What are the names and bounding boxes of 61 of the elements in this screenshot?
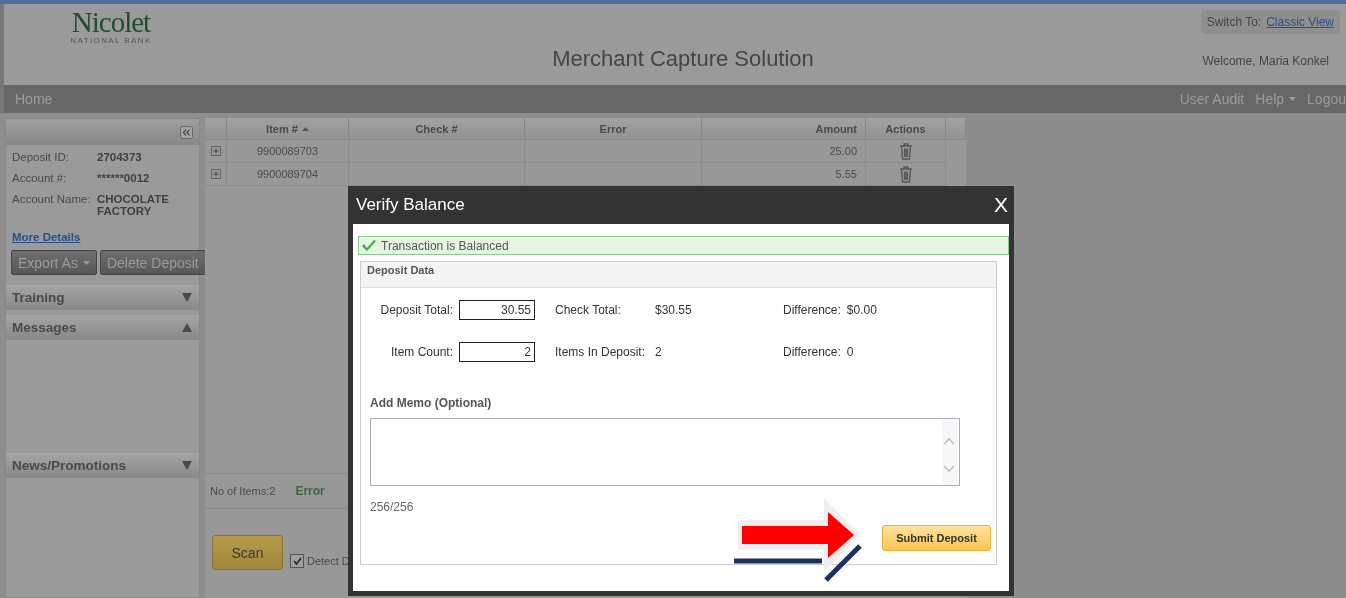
field-label: Deposit Total: [379,303,454,317]
column-header [946,118,966,140]
section-title: Deposit Data [361,262,996,288]
memo-label: Add Memo (Optional) [370,396,493,410]
panel-header[interactable]: Messages [6,315,199,340]
scan-button[interactable]: Scan [212,535,283,570]
field-label: Difference: [783,303,841,317]
character-counter: 256/256 [370,500,415,514]
field-value: ******0012 [97,172,151,184]
trash-icon[interactable] [898,165,913,183]
panel-header[interactable]: News/Promotions [6,453,199,478]
field-label: Deposit ID: [12,151,70,163]
field-value: 2704373 [97,151,143,163]
field-label: Item Count: [389,345,454,359]
trash-icon[interactable] [898,142,913,160]
table-cell: 9900089704 [227,163,349,186]
field-value: 0 [846,345,854,359]
classic-view-link[interactable]: Classic View [1266,15,1334,29]
expand-row-icon[interactable] [210,146,221,156]
column-header[interactable]: Actions [866,118,946,140]
collapse-icon [182,323,192,332]
close-button[interactable]: X [994,193,1008,217]
field-value: $0.00 [846,303,877,317]
expand-icon [182,293,192,302]
field-value: $30.55 [655,303,693,317]
welcome-text: Welcome, Maria Konkel [1202,54,1330,68]
dialog-title: Verify Balance [356,195,465,215]
expand-row-icon[interactable] [210,169,221,179]
field-value: 2 [655,345,663,359]
check-icon [292,557,302,565]
memo-field[interactable] [370,418,960,486]
field-value: CHOCOLATE FACTORY [97,193,170,217]
panel-header[interactable]: Training [6,285,199,310]
switch-label: Switch To: [1206,15,1262,29]
amount-field[interactable]: 2 [459,342,535,362]
field-label: Account #: [12,172,68,184]
field-label: Check Total: [554,303,622,317]
amount-field[interactable]: 30.55 [459,300,535,320]
checkmark-icon [361,239,377,252]
column-header[interactable]: Check # [349,118,525,140]
detect-checkbox[interactable] [290,554,304,568]
table-cell: 9900089703 [227,140,349,163]
collapse-button-icon[interactable] [180,125,193,139]
more-details-link[interactable]: More Details [12,231,81,243]
sort-ascending-icon [301,126,309,131]
app-title: Merchant Capture Solution [552,46,814,71]
bank-logo: Nicolet NATIONAL BANK [69,8,153,47]
status-text: Transaction is Balanced [381,238,509,253]
column-header[interactable]: Amount [702,118,866,140]
error-label: Error [295,484,325,498]
delete-button[interactable]: Delete Deposit [99,250,206,275]
field-label: Difference: [783,345,841,359]
table-cell: 25.00 [702,140,866,163]
submit-deposit-button[interactable]: Submit Deposit [882,525,991,551]
column-header[interactable]: Error [525,118,702,140]
field-label: Items In Deposit: [554,345,647,359]
item-count-text: No of Items:2 [210,485,276,497]
export-dropdown-button[interactable]: Export As [11,250,97,275]
expand-icon [182,461,192,470]
column-header[interactable]: Item # [227,118,349,140]
field-label: Account Name: [12,193,92,207]
